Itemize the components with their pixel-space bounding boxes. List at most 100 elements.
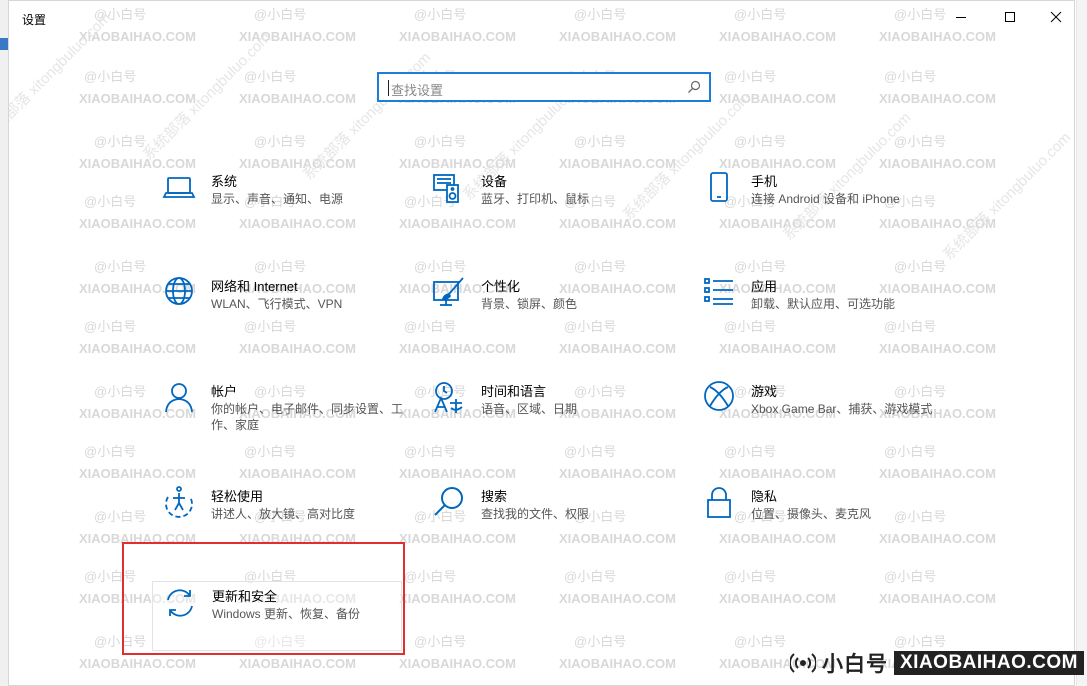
tile-description: 卸载、默认应用、可选功能	[751, 297, 896, 311]
background-window-strip-right	[1076, 0, 1087, 686]
tile-title: 网络和 Internet	[211, 279, 298, 294]
tile-title: 设备	[481, 174, 508, 189]
tile-description: 语音、区域、日期	[481, 402, 578, 416]
settings-tile-phone[interactable]: 手机 连接 Android 设备和 iPhone	[702, 171, 957, 249]
apps-list-icon	[702, 276, 736, 310]
watermark-text: XIAOBAIHAO.COM	[79, 466, 196, 481]
tile-title: 系统	[211, 174, 238, 189]
tile-description: 连接 Android 设备和 iPhone	[751, 192, 900, 206]
watermark-text: @小白号	[734, 634, 786, 649]
watermark-text: @小白号	[84, 444, 136, 459]
search-icon	[432, 486, 466, 520]
watermark-text: XIAOBAIHAO.COM	[239, 466, 356, 481]
settings-tile-privacy[interactable]: 隐私 位置、摄像头、麦克风	[702, 486, 957, 564]
watermark-text: @小白号	[884, 569, 936, 584]
text-caret	[388, 80, 389, 96]
close-button[interactable]	[1033, 1, 1074, 33]
watermark-text: XIAOBAIHAO.COM	[559, 656, 676, 671]
settings-tile-personalization[interactable]: 个性化 背景、锁屏、颜色	[432, 276, 687, 354]
settings-tile-accounts[interactable]: 帐户 你的帐户、电子邮件、同步设置、工作、家庭	[162, 381, 417, 459]
watermark-text: @小白号	[244, 69, 296, 84]
watermark-text: XIAOBAIHAO.COM	[879, 466, 996, 481]
watermark-text: @小白号	[94, 259, 146, 274]
watermark-text: XIAOBAIHAO.COM	[79, 156, 196, 171]
watermark-text: XIAOBAIHAO.COM	[399, 591, 516, 606]
watermark-text: XIAOBAIHAO.COM	[879, 156, 996, 171]
watermark-text: @小白号	[894, 634, 946, 649]
watermark-text: @小白号	[414, 259, 466, 274]
watermark-text: 系统部落 xitongbuluo.com	[940, 129, 1075, 264]
watermark-text: @小白号	[84, 194, 136, 209]
watermark-text: XIAOBAIHAO.COM	[559, 591, 676, 606]
tile-title: 搜索	[481, 489, 508, 504]
background-window-accent	[0, 38, 8, 50]
tile-title: 游戏	[751, 384, 778, 399]
watermark-text: @小白号	[894, 259, 946, 274]
close-icon	[1050, 11, 1062, 23]
watermark-text: XIAOBAIHAO.COM	[719, 91, 836, 106]
brand-name: 小白号	[822, 653, 888, 676]
watermark-text: 系统部落 xitongbuluo.com	[140, 29, 275, 164]
tile-title: 应用	[751, 279, 778, 294]
watermark-text: XIAOBAIHAO.COM	[239, 656, 356, 671]
watermark-text: XIAOBAIHAO.COM	[79, 91, 196, 106]
watermark-text: @小白号	[724, 569, 776, 584]
watermark-text: XIAOBAIHAO.COM	[79, 656, 196, 671]
settings-tile-network[interactable]: 网络和 Internet WLAN、飞行模式、VPN	[162, 276, 417, 354]
watermark-text: XIAOBAIHAO.COM	[399, 156, 516, 171]
watermark-text: XIAOBAIHAO.COM	[239, 156, 356, 171]
watermark-text: XIAOBAIHAO.COM	[559, 156, 676, 171]
paint-icon	[432, 276, 466, 310]
watermark-text: @小白号	[564, 569, 616, 584]
settings-tile-search[interactable]: 搜索 查找我的文件、权限	[432, 486, 687, 564]
tile-description: Xbox Game Bar、捕获、游戏模式	[751, 402, 933, 416]
watermark-text: @小白号	[734, 259, 786, 274]
watermark-text: @小白号	[724, 69, 776, 84]
watermark-text: @小白号	[884, 69, 936, 84]
tile-title: 轻松使用	[211, 489, 264, 504]
minimize-button[interactable]	[938, 1, 984, 33]
settings-tile-devices[interactable]: 设备 蓝牙、打印机、鼠标	[432, 171, 687, 249]
background-window-strip-left	[0, 0, 8, 686]
search-settings-input[interactable]: 查找设置	[377, 72, 711, 102]
minimize-icon	[956, 17, 966, 18]
watermark-text: XIAOBAIHAO.COM	[399, 656, 516, 671]
watermark-text: @小白号	[84, 69, 136, 84]
maximize-button[interactable]	[987, 1, 1033, 33]
settings-tile-apps[interactable]: 应用 卸载、默认应用、可选功能	[702, 276, 957, 354]
watermark-text: 系统部落 xitongbuluo.com	[300, 49, 435, 184]
watermark-text: XIAOBAIHAO.COM	[879, 591, 996, 606]
tile-description: 显示、声音、通知、电源	[211, 192, 344, 206]
watermark-text: @小白号	[94, 509, 146, 524]
tile-description: 讲述人、放大镜、高对比度	[211, 507, 356, 521]
tile-description: WLAN、飞行模式、VPN	[211, 297, 343, 311]
watermark-text: XIAOBAIHAO.COM	[399, 466, 516, 481]
watermark-text: @小白号	[94, 384, 146, 399]
settings-tile-system[interactable]: 系统 显示、声音、通知、电源	[162, 171, 417, 249]
search-icon[interactable]	[687, 80, 701, 94]
time-language-icon	[432, 381, 466, 415]
watermark-text: @小白号	[94, 134, 146, 149]
phone-icon	[702, 171, 736, 205]
settings-tile-time-language[interactable]: 时间和语言 语音、区域、日期	[432, 381, 687, 459]
watermark-text: @小白号	[254, 134, 306, 149]
tile-description: 蓝牙、打印机、鼠标	[481, 192, 590, 206]
laptop-icon	[162, 171, 196, 205]
watermark-text: XIAOBAIHAO.COM	[719, 156, 836, 171]
watermark-text: @小白号	[894, 134, 946, 149]
title-bar[interactable]: 设置	[9, 1, 1074, 35]
tile-description: 背景、锁屏、颜色	[481, 297, 578, 311]
watermark-text: XIAOBAIHAO.COM	[719, 591, 836, 606]
tile-title: 帐户	[211, 384, 238, 399]
search-placeholder: 查找设置	[391, 83, 444, 98]
watermark-text: @小白号	[254, 259, 306, 274]
watermark-text: @小白号	[414, 134, 466, 149]
watermark-text: @小白号	[574, 259, 626, 274]
devices-icon	[432, 171, 466, 205]
lock-icon	[702, 486, 736, 520]
watermark-text: XIAOBAIHAO.COM	[719, 466, 836, 481]
settings-window: @小白号 XIAOBAIHAO.COM @小白号 XIAOBAIHAO.COM @小白号…	[8, 0, 1075, 686]
watermark-text: @小白号	[574, 634, 626, 649]
settings-tile-gaming[interactable]: 游戏 Xbox Game Bar、捕获、游戏模式	[702, 381, 957, 459]
tile-title: 手机	[751, 174, 778, 189]
